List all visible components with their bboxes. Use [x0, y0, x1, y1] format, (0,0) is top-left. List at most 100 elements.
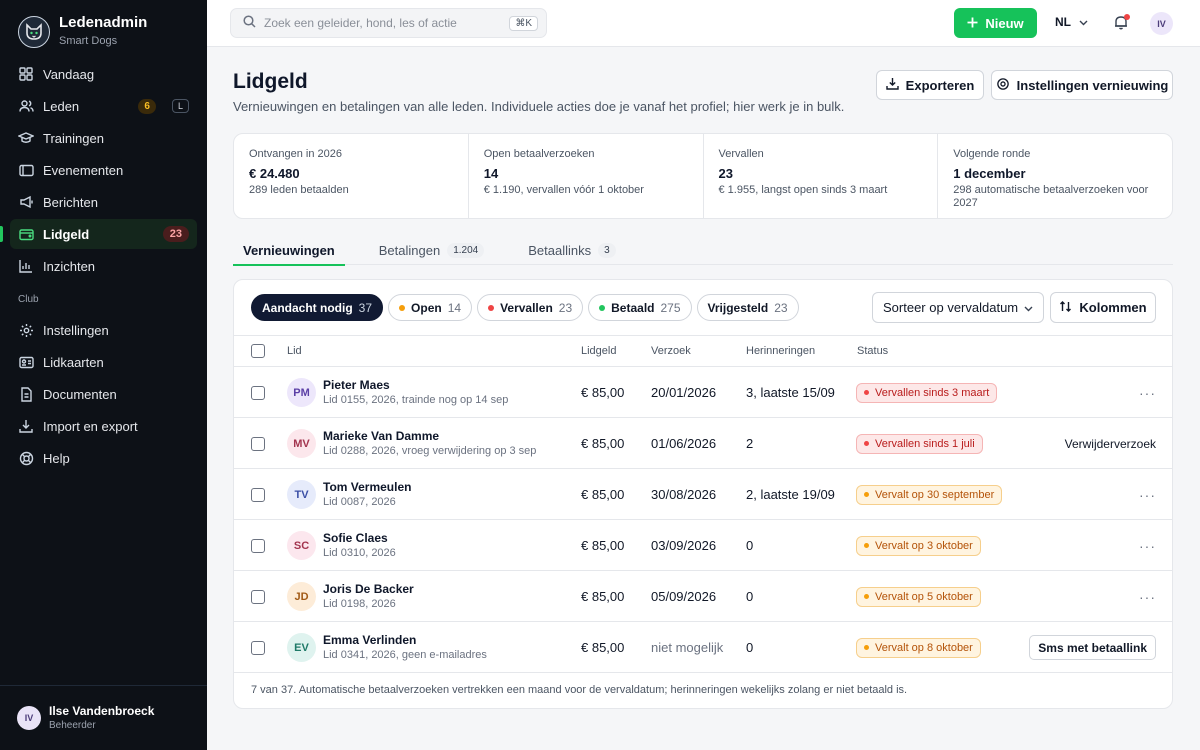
- member-name[interactable]: Sofie Claes: [323, 531, 396, 546]
- export-label: Exporteren: [905, 77, 975, 93]
- megaphone-icon: [18, 194, 34, 210]
- row-checkbox[interactable]: [251, 538, 265, 553]
- filter-count: 23: [558, 300, 573, 315]
- tab-betaallinks[interactable]: Betaallinks 3: [518, 235, 625, 265]
- current-user[interactable]: IV Ilse Vandenbroeck Beheerder: [0, 685, 207, 750]
- fee-cell: € 85,00: [581, 589, 625, 604]
- filter-attention[interactable]: Aandacht nodig 37: [251, 294, 384, 321]
- table-row[interactable]: JD Joris De Backer Lid 0198, 2026 € 85,00 05…: [234, 571, 1172, 622]
- filter-exempt[interactable]: Vrijgesteld 23: [696, 294, 799, 321]
- row-checkbox[interactable]: [251, 436, 265, 451]
- column-header-status[interactable]: Status: [857, 345, 888, 357]
- search-input[interactable]: [264, 16, 510, 30]
- sidebar-item-label: Evenementen: [43, 162, 124, 178]
- leden-count-badge: 6: [138, 98, 156, 114]
- member-name[interactable]: Joris De Backer: [323, 582, 414, 597]
- member-name[interactable]: Emma Verlinden: [323, 633, 487, 648]
- column-header-fee[interactable]: Lidgeld: [581, 345, 616, 357]
- sidebar-item-berichten[interactable]: Berichten: [10, 187, 197, 217]
- row-checkbox[interactable]: [251, 385, 265, 400]
- request-cell: 03/09/2026: [651, 538, 717, 553]
- table-row[interactable]: SC Sofie Claes Lid 0310, 2026 € 85,00 03/09/…: [234, 520, 1172, 571]
- filter-open[interactable]: Open 14: [388, 294, 473, 321]
- columns-button[interactable]: Kolommen: [1050, 292, 1156, 323]
- tab-betalingen[interactable]: Betalingen 1.204: [369, 235, 494, 265]
- sidebar-item-trainingen[interactable]: Trainingen: [10, 123, 197, 153]
- more-actions-icon[interactable]: ···: [1139, 487, 1156, 503]
- sidebar-item-leden[interactable]: Leden 6 L: [10, 91, 197, 121]
- row-checkbox[interactable]: [251, 487, 265, 502]
- status-dot: [488, 304, 495, 311]
- tab-label: Vernieuwingen: [243, 242, 335, 258]
- brand-title: Ledenadmin: [59, 14, 148, 31]
- sidebar-item-instellingen[interactable]: Instellingen: [10, 315, 197, 345]
- reminders-cell: 2, laatste 19/09: [746, 487, 835, 502]
- user-name: Ilse Vandenbroeck: [49, 703, 155, 718]
- table-row[interactable]: MV Marieke Van Damme Lid 0288, 2026, vroeg…: [234, 418, 1172, 469]
- avatar[interactable]: IV: [1150, 12, 1173, 35]
- select-all-checkbox[interactable]: [251, 344, 265, 358]
- member-name[interactable]: Tom Vermeulen: [323, 480, 411, 495]
- ticket-icon: [18, 162, 34, 178]
- filter-overdue[interactable]: Vervallen 23: [477, 294, 584, 321]
- avatar: TV: [287, 480, 316, 509]
- renewal-settings-button[interactable]: Instellingen vernieuwing: [991, 70, 1173, 100]
- brand[interactable]: Ledenadmin Smart Dogs: [18, 14, 147, 49]
- sidebar-item-import-export[interactable]: Import en export: [10, 411, 197, 441]
- sidebar-item-lidgeld[interactable]: Lidgeld 23: [0, 219, 197, 249]
- status-label: Vervalt op 30 september: [875, 488, 995, 501]
- table-header: Lid Lidgeld Verzoek Herinneringen Status: [234, 336, 1172, 367]
- sidebar-item-evenementen[interactable]: Evenementen: [10, 155, 197, 185]
- table-row[interactable]: EV Emma Verlinden Lid 0341, 2026, geen e-m…: [234, 622, 1172, 673]
- fee-cell: € 85,00: [581, 385, 625, 400]
- request-cell: niet mogelijk: [651, 640, 724, 655]
- sidebar-item-vandaag[interactable]: Vandaag: [10, 59, 197, 89]
- table-row[interactable]: PM Pieter Maes Lid 0155, 2026, trainde nog…: [234, 367, 1172, 418]
- sort-select[interactable]: Sorteer op vervaldatum: [872, 292, 1044, 323]
- row-checkbox[interactable]: [251, 640, 265, 655]
- notifications-button[interactable]: [1114, 14, 1130, 31]
- tab-label: Betaallinks: [528, 242, 592, 258]
- status-badge: Vervalt op 30 september: [856, 484, 1003, 505]
- filter-label: Vervallen: [500, 300, 553, 315]
- row-checkbox[interactable]: [251, 589, 265, 604]
- new-button[interactable]: Nieuw: [954, 8, 1037, 38]
- tab-vernieuwingen[interactable]: Vernieuwingen: [233, 235, 345, 266]
- member-name[interactable]: Marieke Van Damme: [323, 429, 536, 444]
- more-actions-icon[interactable]: ···: [1139, 538, 1156, 554]
- sidebar-item-inzichten[interactable]: Inzichten: [10, 251, 197, 281]
- status-badge: Vervalt op 8 oktober: [856, 637, 981, 658]
- sidebar-item-label: Documenten: [43, 386, 117, 402]
- tab-bar: Vernieuwingen Betalingen 1.204 Betaallin…: [233, 235, 1173, 266]
- renewals-card: Aandacht nodig 37 Open 14 Vervallen 23 B…: [233, 279, 1173, 709]
- request-cell: 01/06/2026: [651, 436, 717, 451]
- more-actions-icon[interactable]: ···: [1139, 385, 1156, 401]
- new-button-label: Nieuw: [985, 15, 1024, 31]
- language-select[interactable]: NL: [1055, 15, 1088, 29]
- column-header-member[interactable]: Lid: [287, 345, 302, 357]
- export-button[interactable]: Exporteren: [876, 70, 984, 100]
- column-header-reminders[interactable]: Herinneringen: [746, 345, 815, 357]
- column-header-request[interactable]: Verzoek: [651, 345, 691, 357]
- removal-request-link[interactable]: Verwijderverzoek: [1065, 437, 1156, 451]
- sidebar-item-label: Berichten: [43, 194, 98, 210]
- search-icon: [243, 15, 256, 31]
- sidebar-item-lidkaarten[interactable]: Lidkaarten: [10, 347, 197, 377]
- avatar: JD: [287, 582, 316, 611]
- sidebar-item-help[interactable]: Help: [10, 443, 197, 473]
- filter-paid[interactable]: Betaald 275: [588, 294, 692, 321]
- filter-count: 14: [447, 300, 462, 315]
- table-row[interactable]: TV Tom Vermeulen Lid 0087, 2026 € 85,00 30/0…: [234, 469, 1172, 520]
- status-dot: [864, 543, 869, 548]
- member-name[interactable]: Pieter Maes: [323, 378, 508, 393]
- avatar: MV: [287, 429, 316, 458]
- search-box[interactable]: ⌘K: [230, 8, 547, 38]
- sidebar-item-documenten[interactable]: Documenten: [10, 379, 197, 409]
- stat-label: Open betaalverzoeken: [483, 148, 595, 160]
- sidebar-item-label: Instellingen: [43, 322, 109, 338]
- status-badge: Vervalt op 3 oktober: [856, 535, 981, 556]
- search-shortcut: ⌘K: [509, 15, 538, 31]
- sms-payment-link-button[interactable]: Sms met betaallink: [1029, 635, 1156, 660]
- nav-section-club: Club: [18, 294, 39, 305]
- more-actions-icon[interactable]: ···: [1139, 589, 1156, 605]
